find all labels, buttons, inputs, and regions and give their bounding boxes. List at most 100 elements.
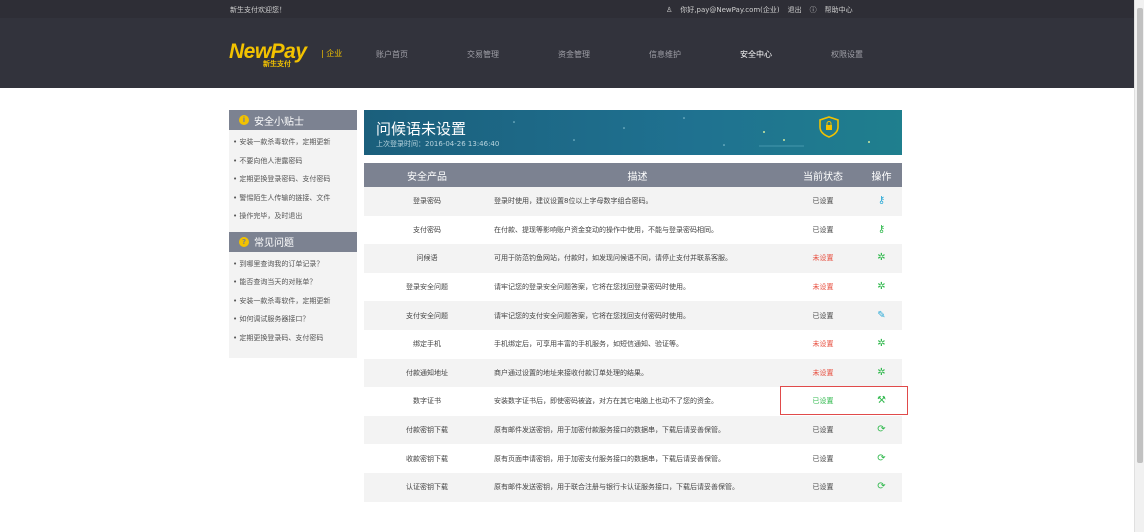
help-icon[interactable]: ⓘ (810, 5, 817, 15)
col-header-status: 当前状态 (785, 163, 861, 187)
product-description: 可用于防范钓鱼网站，付款时，如发现问候语不同，请停止支付并联系客服。 (490, 244, 785, 273)
product-description: 原有邮件发送密钥，用于加密付款服务接口的数据串，下载后请妥善保管。 (490, 415, 785, 445)
action-cell: ⚷ (861, 215, 902, 245)
banner-title: 问候语未设置 (376, 120, 467, 138)
product-name: 付款密钥下载 (364, 415, 490, 445)
key-icon[interactable]: ⚷ (878, 224, 885, 235)
col-header-action: 操作 (861, 163, 902, 187)
security-products-table: 安全产品 描述 当前状态 操作 登录密码 登录时使用，建议设置8位以上字母数字组合… (364, 163, 902, 502)
action-cell: ⟳ (861, 444, 902, 473)
product-description: 手机绑定后，可享用丰富的手机服务，如短信通知、验证等。 (490, 329, 785, 359)
product-name: 问候语 (364, 244, 490, 273)
tip-item: • 不要向他人泄露密码 (233, 156, 303, 165)
tip-item: • 定期更换登录密码、支付密码 (233, 175, 331, 183)
table-row: 付款密钥下载 原有邮件发送密钥，用于加密付款服务接口的数据串，下载后请妥善保管。已… (364, 415, 902, 445)
status-text: 已设置 (785, 301, 861, 330)
faq-link[interactable]: • 到哪里查询我的订单记录？ (233, 255, 357, 274)
refresh-icon[interactable]: ⟳ (877, 453, 885, 464)
highlight-box (780, 386, 908, 415)
product-name: 登录安全问题 (364, 272, 490, 302)
product-description: 原有邮件发送密钥，用于联合注册与银行卡认证服务接口，下载后请妥善保管。 (490, 472, 785, 502)
action-cell: ✲ (861, 329, 902, 359)
action-cell: ✲ (861, 272, 902, 302)
faq-link[interactable]: • 能否查询当天的对账单？ (233, 273, 357, 292)
status-text: 未设置 (785, 358, 861, 388)
gear-icon[interactable]: ✲ (877, 282, 885, 292)
table-row: 登录安全问题 请牢记您的登录安全问题答案，它将在您找回登录密码时使用。 未设置 ✲ (364, 272, 902, 302)
tip-item: • 安装一款杀毒软件，定期更新 (233, 138, 331, 146)
top-bar: 新生支付欢迎您！ ♙ 你好,pay@NewPay.com(企业) 退出 ⓘ 帮助… (0, 0, 1134, 18)
nav-item-transactions[interactable]: 交易管理 (467, 49, 499, 60)
top-bar-right: ♙ 你好,pay@NewPay.com(企业) 退出 ⓘ 帮助中心 (666, 5, 853, 15)
status-text: 已设置 (785, 187, 861, 216)
tip-item: • 警惕陌生人传输的链接、文件 (233, 193, 331, 202)
product-name: 数字证书 (364, 387, 490, 416)
key-icon[interactable]: ⚷ (878, 196, 885, 206)
security-tips-title: 安全小贴士 (254, 116, 304, 128)
action-cell: ✎ (861, 301, 902, 330)
security-banner: 问候语未设置 上次登录时间：2016-04-26 13:46:40 (364, 110, 902, 155)
welcome-text: 新生支付欢迎您！ (230, 6, 286, 14)
status-text: 已设置 (785, 415, 861, 445)
help-center-link[interactable]: 帮助中心 (825, 5, 853, 15)
product-name: 绑定手机 (364, 329, 490, 359)
last-login-time: 上次登录时间：2016-04-26 13:46:40 (376, 140, 500, 148)
product-description: 请牢记您的支付安全问题答案，它将在您找回支付密码时使用。 (490, 301, 785, 330)
product-name: 认证密钥下载 (364, 472, 490, 502)
info-icon: i (239, 115, 249, 125)
security-tips-header: i 安全小贴士 (229, 110, 357, 130)
status-text: 已设置 (785, 472, 861, 502)
logout-link[interactable]: 退出 (788, 5, 802, 15)
refresh-icon[interactable]: ⟳ (877, 425, 885, 435)
nav-item-permissions[interactable]: 权限设置 (831, 49, 863, 60)
status-text: 已设置 (785, 444, 861, 473)
sidebar: i 安全小贴士 • 安装一款杀毒软件，定期更新 • 不要向他人泄露密码 • 定期… (229, 110, 357, 358)
product-description: 安装数字证书后，即使密码被盗，对方在其它电脑上也动不了您的资金。 (490, 387, 785, 416)
product-name: 支付安全问题 (364, 301, 490, 330)
product-description: 商户通过设置的地址来接收付款订单处理的结果。 (490, 358, 785, 388)
refresh-icon[interactable]: ⟳ (877, 482, 885, 492)
status-text: 未设置 (785, 244, 861, 273)
shield-icon (819, 116, 839, 138)
action-cell: ✲ (861, 244, 902, 273)
faq-header: ? 常见问题 (229, 231, 357, 252)
nav-item-security-center[interactable]: 安全中心 (740, 49, 772, 60)
product-description: 请牢记您的登录安全问题答案，它将在您找回登录密码时使用。 (490, 272, 785, 302)
security-tips-list: • 安装一款杀毒软件，定期更新 • 不要向他人泄露密码 • 定期更换登录密码、支… (229, 130, 357, 232)
product-name: 登录密码 (364, 187, 490, 216)
user-icon: ♙ (666, 6, 673, 14)
faq-title: 常见问题 (254, 238, 294, 249)
greeting-text: 你好,pay@NewPay.com(企业) (680, 6, 780, 14)
page-scrollbar[interactable] (1134, 0, 1144, 532)
gear-icon[interactable]: ✲ (877, 253, 885, 263)
col-header-description: 描述 (490, 163, 785, 187)
product-name: 付款通知地址 (364, 358, 490, 388)
gear-icon[interactable]: ✲ (877, 367, 885, 378)
logo-tag: | 企业 (321, 49, 343, 58)
product-description: 在付款、提现等影响账户资金变动的操作中使用，不能与登录密码相同。 (490, 215, 785, 245)
logo[interactable]: NewPay 新生支付 | 企业 (229, 40, 342, 68)
pencil-icon[interactable]: ✎ (877, 310, 885, 321)
faq-link[interactable]: • 安装一款杀毒软件，定期更新 (233, 292, 357, 311)
logo-subtitle: 新生支付 (263, 60, 291, 68)
nav-item-info[interactable]: 信息维护 (649, 49, 681, 60)
product-name: 支付密码 (364, 215, 490, 245)
faq-link[interactable]: • 如何调试服务器接口？ (233, 310, 357, 329)
table-row: 认证密钥下载 原有邮件发送密钥，用于联合注册与银行卡认证服务接口，下载后请妥善保管… (364, 472, 902, 502)
faq-link[interactable]: • 定期更换登录码、支付密码 (233, 329, 357, 348)
action-cell: ⟳ (861, 415, 902, 445)
product-description: 原有页面申请密钥，用于加密支付服务接口的数据串，下载后请妥善保管。 (490, 444, 785, 473)
question-icon: ? (239, 236, 249, 247)
gear-icon[interactable]: ✲ (877, 339, 885, 349)
product-description: 登录时使用，建议设置8位以上字母数字组合密码。 (490, 187, 785, 216)
col-header-product: 安全产品 (364, 163, 490, 187)
table-row: 收款密钥下载 原有页面申请密钥，用于加密支付服务接口的数据串，下载后请妥善保管。已… (364, 444, 902, 473)
tip-item: • 操作完毕，及时退出 (233, 212, 303, 220)
scrollbar-thumb[interactable] (1137, 8, 1143, 463)
table-row: 绑定手机 手机绑定后，可享用丰富的手机服务，如短信通知、验证等。 未设置 ✲ (364, 329, 902, 359)
action-cell: ⟳ (861, 472, 902, 502)
action-cell: ⚷ (861, 187, 902, 216)
nav-item-account-home[interactable]: 账户首页 (376, 49, 408, 60)
nav-item-funds[interactable]: 资金管理 (558, 49, 590, 60)
table-row: 问候语 可用于防范钓鱼网站，付款时，如发现问候语不同，请停止支付并联系客服。 未设置… (364, 244, 902, 273)
